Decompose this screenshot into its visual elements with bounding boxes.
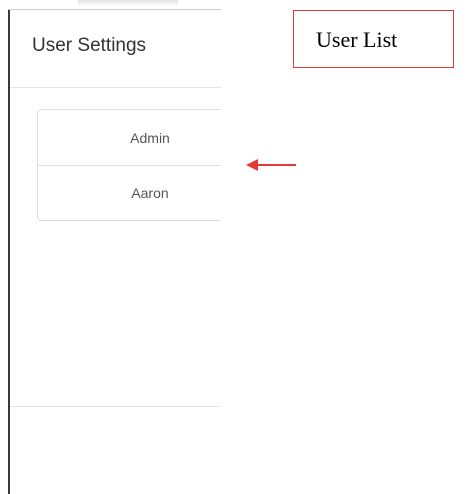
dialog-title: User Settings — [32, 35, 147, 56]
footer-divider — [10, 406, 221, 407]
user-name-label: Aaron — [131, 185, 169, 201]
cropped-top-edge — [78, 0, 178, 6]
user-settings-dialog: User Settings Admin Aaron — [0, 0, 221, 494]
header-divider — [10, 87, 221, 88]
annotation-label: User List — [316, 27, 398, 52]
user-list-item-aaron[interactable]: Aaron — [38, 165, 221, 220]
user-list-item-admin[interactable]: Admin — [38, 110, 221, 165]
left-arrow-icon — [246, 159, 296, 171]
dialog-left-border — [8, 10, 10, 494]
user-list: Admin Aaron — [37, 109, 221, 221]
dialog-top-border — [8, 9, 221, 10]
user-name-label: Admin — [130, 129, 170, 146]
annotation-callout: User List — [293, 10, 454, 68]
screenshot-canvas: User Settings Admin Aaron User List — [0, 0, 467, 494]
